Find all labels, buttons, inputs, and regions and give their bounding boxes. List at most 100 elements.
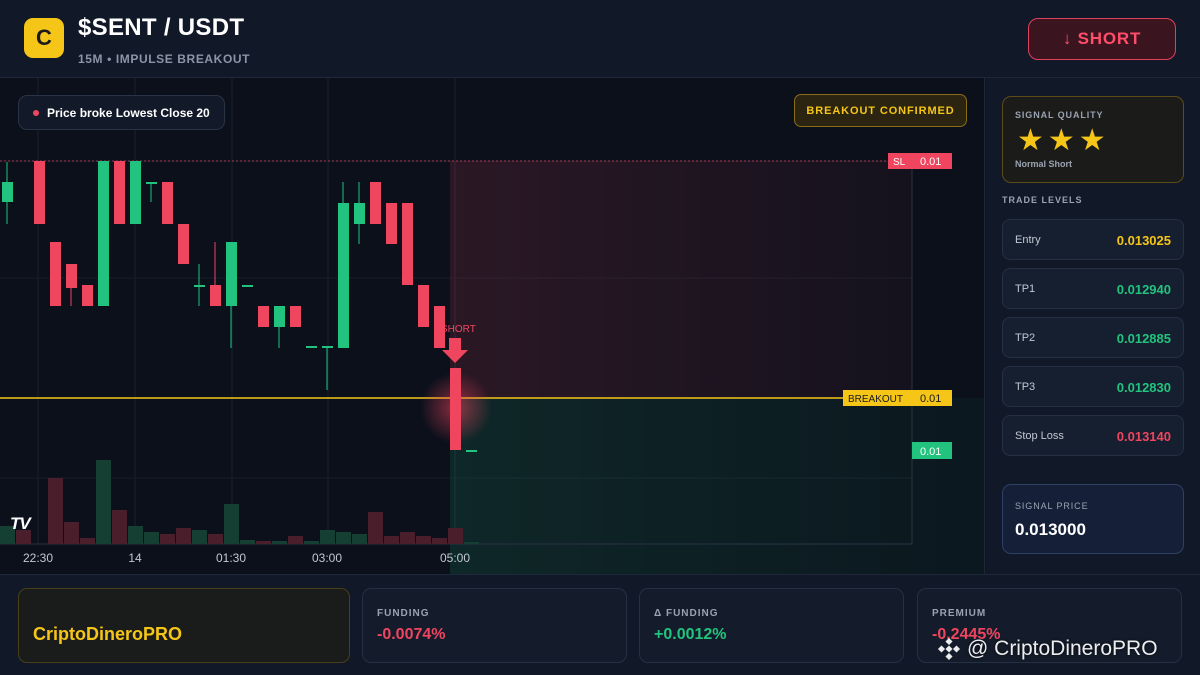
candle-body (354, 203, 365, 224)
volume-bar (96, 460, 111, 544)
volume-bar (192, 530, 207, 544)
signal-quality-note: Normal Short (1015, 159, 1073, 169)
volume-bar (416, 536, 431, 544)
volume-bar (48, 478, 63, 544)
stat-value: -0.0074% (377, 626, 446, 643)
candle-body (418, 285, 429, 327)
x-tick-label: 03:00 (312, 551, 342, 565)
candle-body (210, 285, 221, 306)
volume-bar (288, 536, 303, 544)
signal-price-card: SIGNAL PRICE 0.013000 (1002, 484, 1184, 554)
volume-bar (384, 536, 399, 544)
volume-bar (160, 534, 175, 544)
candle-body (306, 346, 317, 348)
signal-panel: SIGNAL QUALITY ★★★ Normal Short TRADE LE… (986, 78, 1200, 574)
x-tick-label: 14 (128, 551, 142, 565)
trade-levels-title: TRADE LEVELS (1002, 195, 1083, 205)
candle-body (146, 182, 157, 184)
x-tick-label: 22:30 (23, 551, 53, 565)
watermark-text: @ CriptoDineroPRO (967, 637, 1158, 660)
brand-logo-icon: C (24, 18, 64, 58)
price-chart[interactable]: SHORT SL 0.01 BREAKOUT 0.01 0.01 22:30 14… (0, 78, 985, 574)
volume-bar (336, 532, 351, 544)
level-label: TP3 (1015, 381, 1036, 393)
volume-bar (400, 532, 415, 544)
stat-card-delta-funding: Δ FUNDING +0.0012% (639, 588, 904, 663)
volume-bar (368, 512, 383, 544)
candle-body (386, 203, 397, 244)
signal-price-value: 0.013000 (1015, 520, 1086, 539)
short-marker-label: SHORT (441, 324, 476, 335)
stat-label: FUNDING (377, 608, 430, 619)
candle-body (226, 242, 237, 306)
sl-price-tag: SL 0.01 (888, 153, 952, 169)
candle-body (258, 306, 269, 327)
candle-body (370, 182, 381, 224)
volume-bar (272, 541, 287, 544)
candle-body (402, 203, 413, 285)
star-rating-icon: ★★★ (1017, 124, 1110, 157)
candle-body (450, 368, 461, 450)
level-row-tp2: TP2 0.012885 (1002, 317, 1184, 358)
alert-dot-icon (33, 109, 39, 116)
candle-body (114, 161, 125, 224)
signal-price-label: SIGNAL PRICE (1015, 501, 1089, 511)
chart-canvas[interactable]: SHORT SL 0.01 BREAKOUT 0.01 0.01 22:30 14… (0, 78, 985, 574)
candle-body (274, 306, 285, 327)
volume-bar (240, 540, 255, 544)
volume-bar (208, 534, 223, 544)
signal-quality-card: SIGNAL QUALITY ★★★ Normal Short (1002, 96, 1184, 183)
watermark: @ CriptoDineroPRO (937, 637, 1158, 661)
binance-icon (937, 637, 961, 661)
volume-bar (304, 541, 319, 544)
volume-bar (112, 510, 127, 544)
svg-text:SL: SL (893, 157, 906, 168)
take-profit-zone (450, 398, 984, 574)
level-label: TP2 (1015, 332, 1036, 344)
level-row-entry: Entry 0.013025 (1002, 219, 1184, 260)
breakout-confirmed-badge: BREAKOUT CONFIRMED (794, 94, 967, 127)
candle-body (2, 182, 13, 202)
candle-body (130, 161, 141, 224)
volume-bar (320, 530, 335, 544)
volume-bar (128, 526, 143, 544)
candle-body (66, 264, 77, 288)
stat-label: PREMIUM (932, 608, 987, 619)
level-row-tp1: TP1 0.012940 (1002, 268, 1184, 309)
stat-label: Δ FUNDING (654, 608, 719, 619)
volume-bar (432, 538, 447, 544)
level-value: 0.012940 (1116, 282, 1171, 297)
level-row-stop-loss: Stop Loss 0.013140 (1002, 415, 1184, 456)
tradingview-logo-icon: TV (10, 514, 31, 533)
x-tick-label: 01:30 (216, 551, 246, 565)
svg-text:0.01: 0.01 (920, 446, 941, 458)
short-button[interactable]: ↓ SHORT (1028, 18, 1176, 60)
volume-bar (144, 532, 159, 544)
svg-text:BREAKOUT: BREAKOUT (848, 394, 903, 405)
candle-body (338, 203, 349, 348)
stat-card-funding: FUNDING -0.0074% (362, 588, 627, 663)
svg-text:0.01: 0.01 (920, 156, 941, 168)
signal-quality-label: SIGNAL QUALITY (1015, 110, 1104, 120)
candle-body (322, 346, 333, 348)
level-label: TP1 (1015, 283, 1036, 295)
candle-body (50, 242, 61, 306)
timeframe-subtitle: 15M • IMPULSE BREAKOUT (78, 52, 251, 66)
pair-title: $SENT / USDT (78, 14, 245, 41)
volume-bar (80, 538, 95, 544)
brand-name: CriptoDineroPRO (33, 624, 183, 644)
level-label: Entry (1015, 234, 1041, 246)
volume-bar (352, 534, 367, 544)
level-row-tp3: TP3 0.012830 (1002, 366, 1184, 407)
volume-bar (224, 504, 239, 544)
candle-body (290, 306, 301, 327)
level-value: 0.012830 (1116, 380, 1171, 395)
breakout-price-tag: BREAKOUT 0.01 (843, 390, 952, 406)
candle-body (178, 224, 189, 264)
top-header: C $SENT / USDT 15M • IMPULSE BREAKOUT ↓ … (0, 0, 1200, 78)
breakout-info-pill: Price broke Lowest Close 20 (18, 95, 225, 130)
level-value: 0.013140 (1116, 429, 1171, 444)
candle-body (34, 161, 45, 224)
candle-body (194, 285, 205, 287)
footer-stats: CriptoDineroPRO FUNDING -0.0074% Δ FUNDI… (0, 574, 1200, 675)
